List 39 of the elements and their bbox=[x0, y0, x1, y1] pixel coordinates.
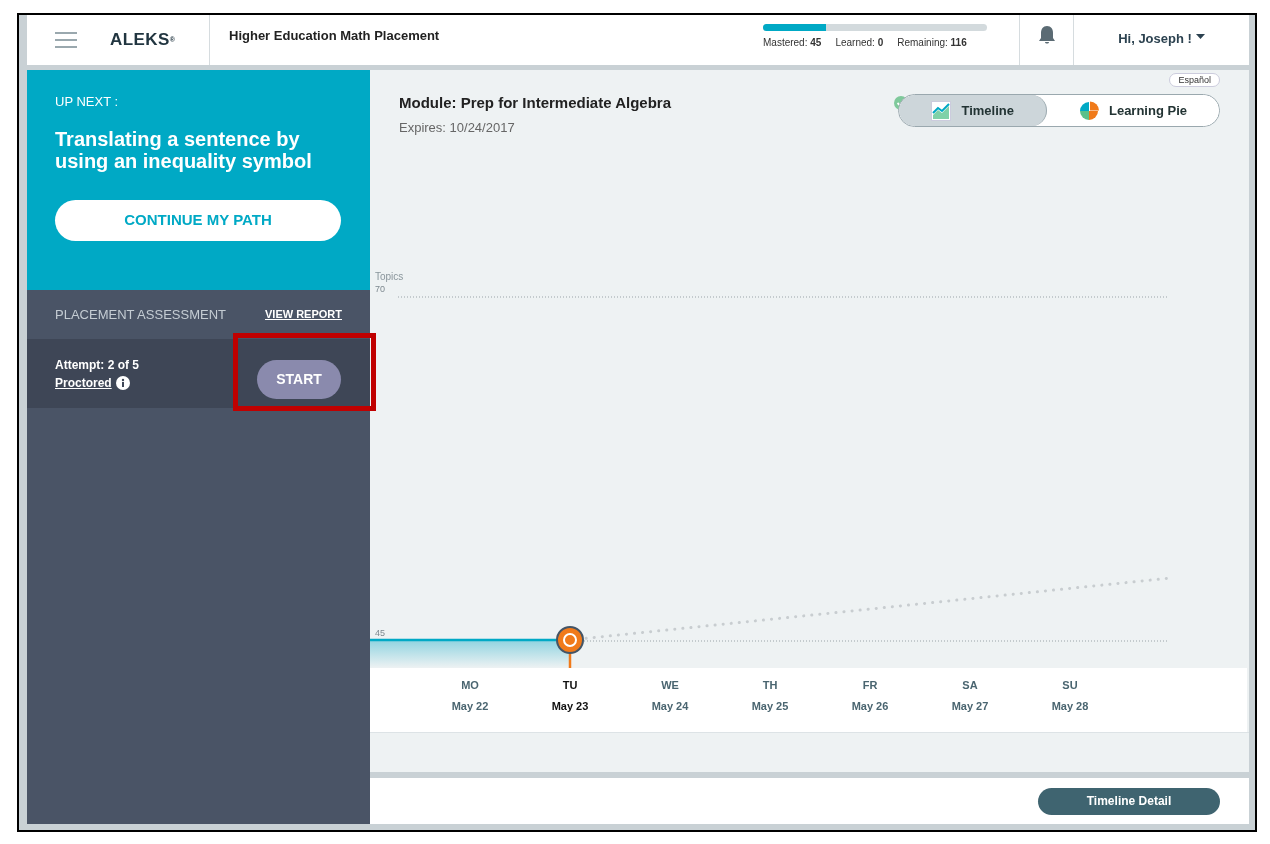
tick-label: 45 bbox=[375, 628, 385, 638]
weekday-label: TH bbox=[762, 679, 778, 691]
date-label: May 26 bbox=[851, 700, 889, 712]
view-tab[interactable]: Timeline bbox=[899, 95, 1047, 126]
pie-chart-icon bbox=[1078, 100, 1099, 121]
date-label: May 25 bbox=[751, 700, 789, 712]
date-label: May 28 bbox=[1051, 700, 1089, 712]
section-title: PLACEMENT ASSESSMENT bbox=[55, 305, 226, 324]
line-chart-icon bbox=[931, 100, 952, 121]
weekday-label: TU bbox=[562, 679, 578, 691]
weekday-label: FR bbox=[862, 679, 878, 691]
user-menu[interactable]: Hi, Joseph ! bbox=[1074, 15, 1249, 65]
language-button[interactable]: Español bbox=[1169, 73, 1220, 87]
caret-icon bbox=[1195, 34, 1205, 40]
info-icon[interactable] bbox=[115, 375, 130, 390]
axis-label: Topics bbox=[375, 271, 404, 282]
module-title: Module: Prep for Intermediate Algebra bbox=[399, 93, 671, 113]
proctored-link[interactable]: Proctored bbox=[55, 373, 112, 392]
progress-stat: Mastered: 45 bbox=[763, 36, 822, 50]
brand-logo: ALEKS$^{®}$ bbox=[110, 29, 176, 52]
date-label: May 23 bbox=[551, 700, 589, 712]
timeline-detail-button[interactable]: Timeline Detail bbox=[1038, 787, 1220, 815]
weekday-label: MO bbox=[461, 679, 479, 691]
tick-label: 70 bbox=[375, 284, 385, 294]
course-title: Higher Education Math Placement bbox=[229, 27, 440, 45]
weekday-label: WE bbox=[661, 679, 679, 691]
date-label: May 24 bbox=[651, 700, 689, 712]
date-label: May 27 bbox=[951, 700, 989, 712]
date-label: May 22 bbox=[451, 700, 489, 712]
up-next-label: UP NEXT : bbox=[55, 93, 120, 111]
weekday-label: SU bbox=[1062, 679, 1078, 691]
next-topic: Translating a sentence by using an inequality symbol bbox=[55, 127, 313, 172]
bell-icon[interactable] bbox=[1037, 25, 1056, 45]
progress-stat: Remaining: 116 bbox=[897, 36, 967, 50]
expiry-date: Expires: 10/24/2017 bbox=[399, 118, 516, 137]
view-report-link[interactable]: VIEW REPORT bbox=[265, 306, 342, 323]
weekday-label: SA bbox=[962, 679, 978, 691]
attempt-text: Attempt: 2 of 5 bbox=[55, 356, 139, 374]
progress-stat: Learned: 0 bbox=[835, 36, 884, 50]
